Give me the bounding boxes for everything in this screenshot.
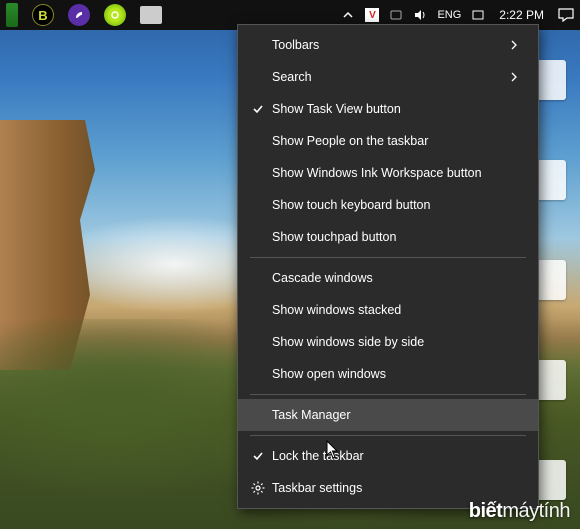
menu-item-cascade-windows[interactable]: Cascade windows <box>238 262 538 294</box>
taskbar-clock[interactable]: 2:22 PM <box>495 8 548 22</box>
menu-item-show-task-view[interactable]: Show Task View button <box>238 93 538 125</box>
check-icon <box>246 103 270 115</box>
menu-item-stacked-windows[interactable]: Show windows stacked <box>238 294 538 326</box>
tray-app-icon[interactable] <box>389 8 403 22</box>
menu-item-label: Show windows side by side <box>270 335 524 349</box>
taskbar-app-icon[interactable] <box>140 6 162 24</box>
menu-separator <box>250 435 526 436</box>
volume-icon[interactable] <box>413 8 427 22</box>
menu-item-label: Lock the taskbar <box>270 449 524 463</box>
menu-item-label: Show windows stacked <box>270 303 524 317</box>
tray-chevron-icon[interactable] <box>341 8 355 22</box>
taskbar-context-menu: Toolbars Search Show Task View button Sh… <box>237 24 539 509</box>
menu-separator <box>250 394 526 395</box>
watermark-text: biết <box>469 500 503 523</box>
menu-item-label: Show People on the taskbar <box>270 134 524 148</box>
menu-item-label: Show touchpad button <box>270 230 524 244</box>
menu-item-show-people[interactable]: Show People on the taskbar <box>238 125 538 157</box>
taskbar-app-icon[interactable]: B <box>32 4 54 26</box>
tray-app-icon[interactable] <box>471 8 485 22</box>
chevron-right-icon <box>510 40 524 50</box>
menu-item-label: Show open windows <box>270 367 524 381</box>
menu-item-search[interactable]: Search <box>238 61 538 93</box>
menu-item-label: Search <box>270 70 510 84</box>
menu-item-side-by-side[interactable]: Show windows side by side <box>238 326 538 358</box>
menu-item-label: Show Task View button <box>270 102 524 116</box>
taskbar-app-icon[interactable] <box>68 4 90 26</box>
watermark-logo: biếtmáytính <box>469 500 570 523</box>
watermark-text: máytính <box>502 500 570 523</box>
menu-item-label: Task Manager <box>270 408 524 422</box>
tray-app-icon[interactable]: V <box>365 8 379 22</box>
menu-item-show-touch-keyboard[interactable]: Show touch keyboard button <box>238 189 538 221</box>
system-tray[interactable]: V ENG 2:22 PM <box>341 8 574 22</box>
gear-icon <box>246 481 270 495</box>
menu-item-label: Show Windows Ink Workspace button <box>270 166 524 180</box>
menu-item-show-touchpad[interactable]: Show touchpad button <box>238 221 538 253</box>
menu-item-lock-taskbar[interactable]: Lock the taskbar <box>238 440 538 472</box>
menu-item-toolbars[interactable]: Toolbars <box>238 29 538 61</box>
menu-item-show-open-windows[interactable]: Show open windows <box>238 358 538 390</box>
chevron-right-icon <box>510 72 524 82</box>
menu-item-show-ink-workspace[interactable]: Show Windows Ink Workspace button <box>238 157 538 189</box>
menu-item-task-manager[interactable]: Task Manager <box>238 399 538 431</box>
taskbar-app-icon[interactable] <box>104 4 126 26</box>
language-indicator[interactable]: ENG <box>437 9 461 21</box>
menu-item-label: Show touch keyboard button <box>270 198 524 212</box>
menu-separator <box>250 257 526 258</box>
check-icon <box>246 450 270 462</box>
menu-item-label: Cascade windows <box>270 271 524 285</box>
action-center-icon[interactable] <box>558 8 574 22</box>
menu-item-label: Taskbar settings <box>270 481 524 495</box>
menu-item-label: Toolbars <box>270 38 510 52</box>
taskbar-app-icon[interactable] <box>6 3 18 27</box>
